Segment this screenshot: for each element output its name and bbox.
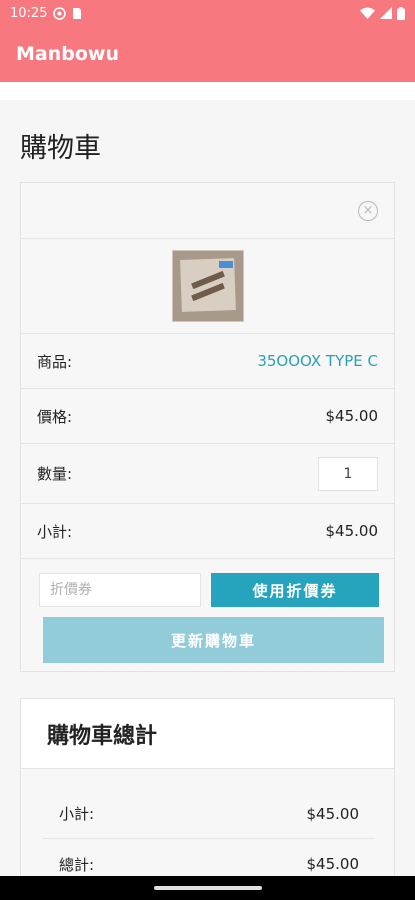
navigation-bar <box>0 876 415 900</box>
subtotal-label: 小計: <box>37 522 73 541</box>
cart-item-subtotal-row: 小計: $45.00 <box>21 504 394 559</box>
status-bar: 10:25 <box>0 0 415 26</box>
status-left: 10:25 <box>10 6 82 21</box>
remove-item-icon[interactable]: × <box>358 200 378 221</box>
totals-total-label: 總計: <box>59 855 95 874</box>
product-name-link[interactable]: 35OOOX TYPE C <box>257 352 378 370</box>
app-title: Manbowu <box>16 43 119 65</box>
quantity-input[interactable] <box>318 456 378 491</box>
remove-item-glyph: × <box>362 203 374 218</box>
top-divider <box>0 82 415 100</box>
cart-totals-card: 購物車總計 小計: $45.00 總計: $45.00 <box>20 698 395 876</box>
cart-item-price-row: 價格: $45.00 <box>21 389 394 444</box>
battery-icon <box>397 6 405 20</box>
cart-totals-heading: 購物車總計 <box>21 699 394 769</box>
coupon-area: 使用折價券 更新購物車 <box>21 559 394 671</box>
update-cart-button[interactable]: 更新購物車 <box>43 617 384 663</box>
totals-total-value: $45.00 <box>306 855 360 873</box>
status-time: 10:25 <box>10 5 48 21</box>
signal-icon <box>380 7 392 19</box>
cart-item-thumbnail-row <box>21 239 394 334</box>
status-right <box>360 6 405 20</box>
quantity-label: 數量: <box>37 465 73 483</box>
coupon-input[interactable] <box>39 573 201 607</box>
page-title: 購物車 <box>20 133 101 164</box>
settings-status-icon <box>53 6 67 20</box>
apply-coupon-button[interactable]: 使用折價券 <box>211 573 379 607</box>
cart-item-product-row: 商品: 35OOOX TYPE C <box>21 334 394 389</box>
price-label: 價格: <box>37 407 73 426</box>
app-bar: Manbowu <box>0 26 415 82</box>
cart-item-quantity-row: 數量: <box>21 444 394 504</box>
sim-card-icon <box>72 7 82 20</box>
totals-subtotal-value: $45.00 <box>306 804 360 823</box>
subtotal-value: $45.00 <box>325 522 379 540</box>
cart-item-card: × 商品: 35OOOX TYPE C 價格: $45.00 數量: 小計: $… <box>20 182 395 672</box>
cart-item-remove-row: × <box>21 183 394 239</box>
totals-subtotal-row: 小計: $45.00 <box>43 789 375 839</box>
home-gesture-handle[interactable] <box>153 886 262 890</box>
price-value: $45.00 <box>325 407 379 425</box>
product-label: 商品: <box>37 352 73 371</box>
totals-subtotal-label: 小計: <box>59 805 95 823</box>
wifi-icon <box>360 7 375 19</box>
page-content[interactable]: 購物車 × 商品: 35OOOX TYPE C 價格: $45.00 數量: 1… <box>0 82 415 876</box>
totals-total-row: 總計: $45.00 <box>43 839 375 876</box>
product-thumbnail[interactable] <box>171 250 244 322</box>
